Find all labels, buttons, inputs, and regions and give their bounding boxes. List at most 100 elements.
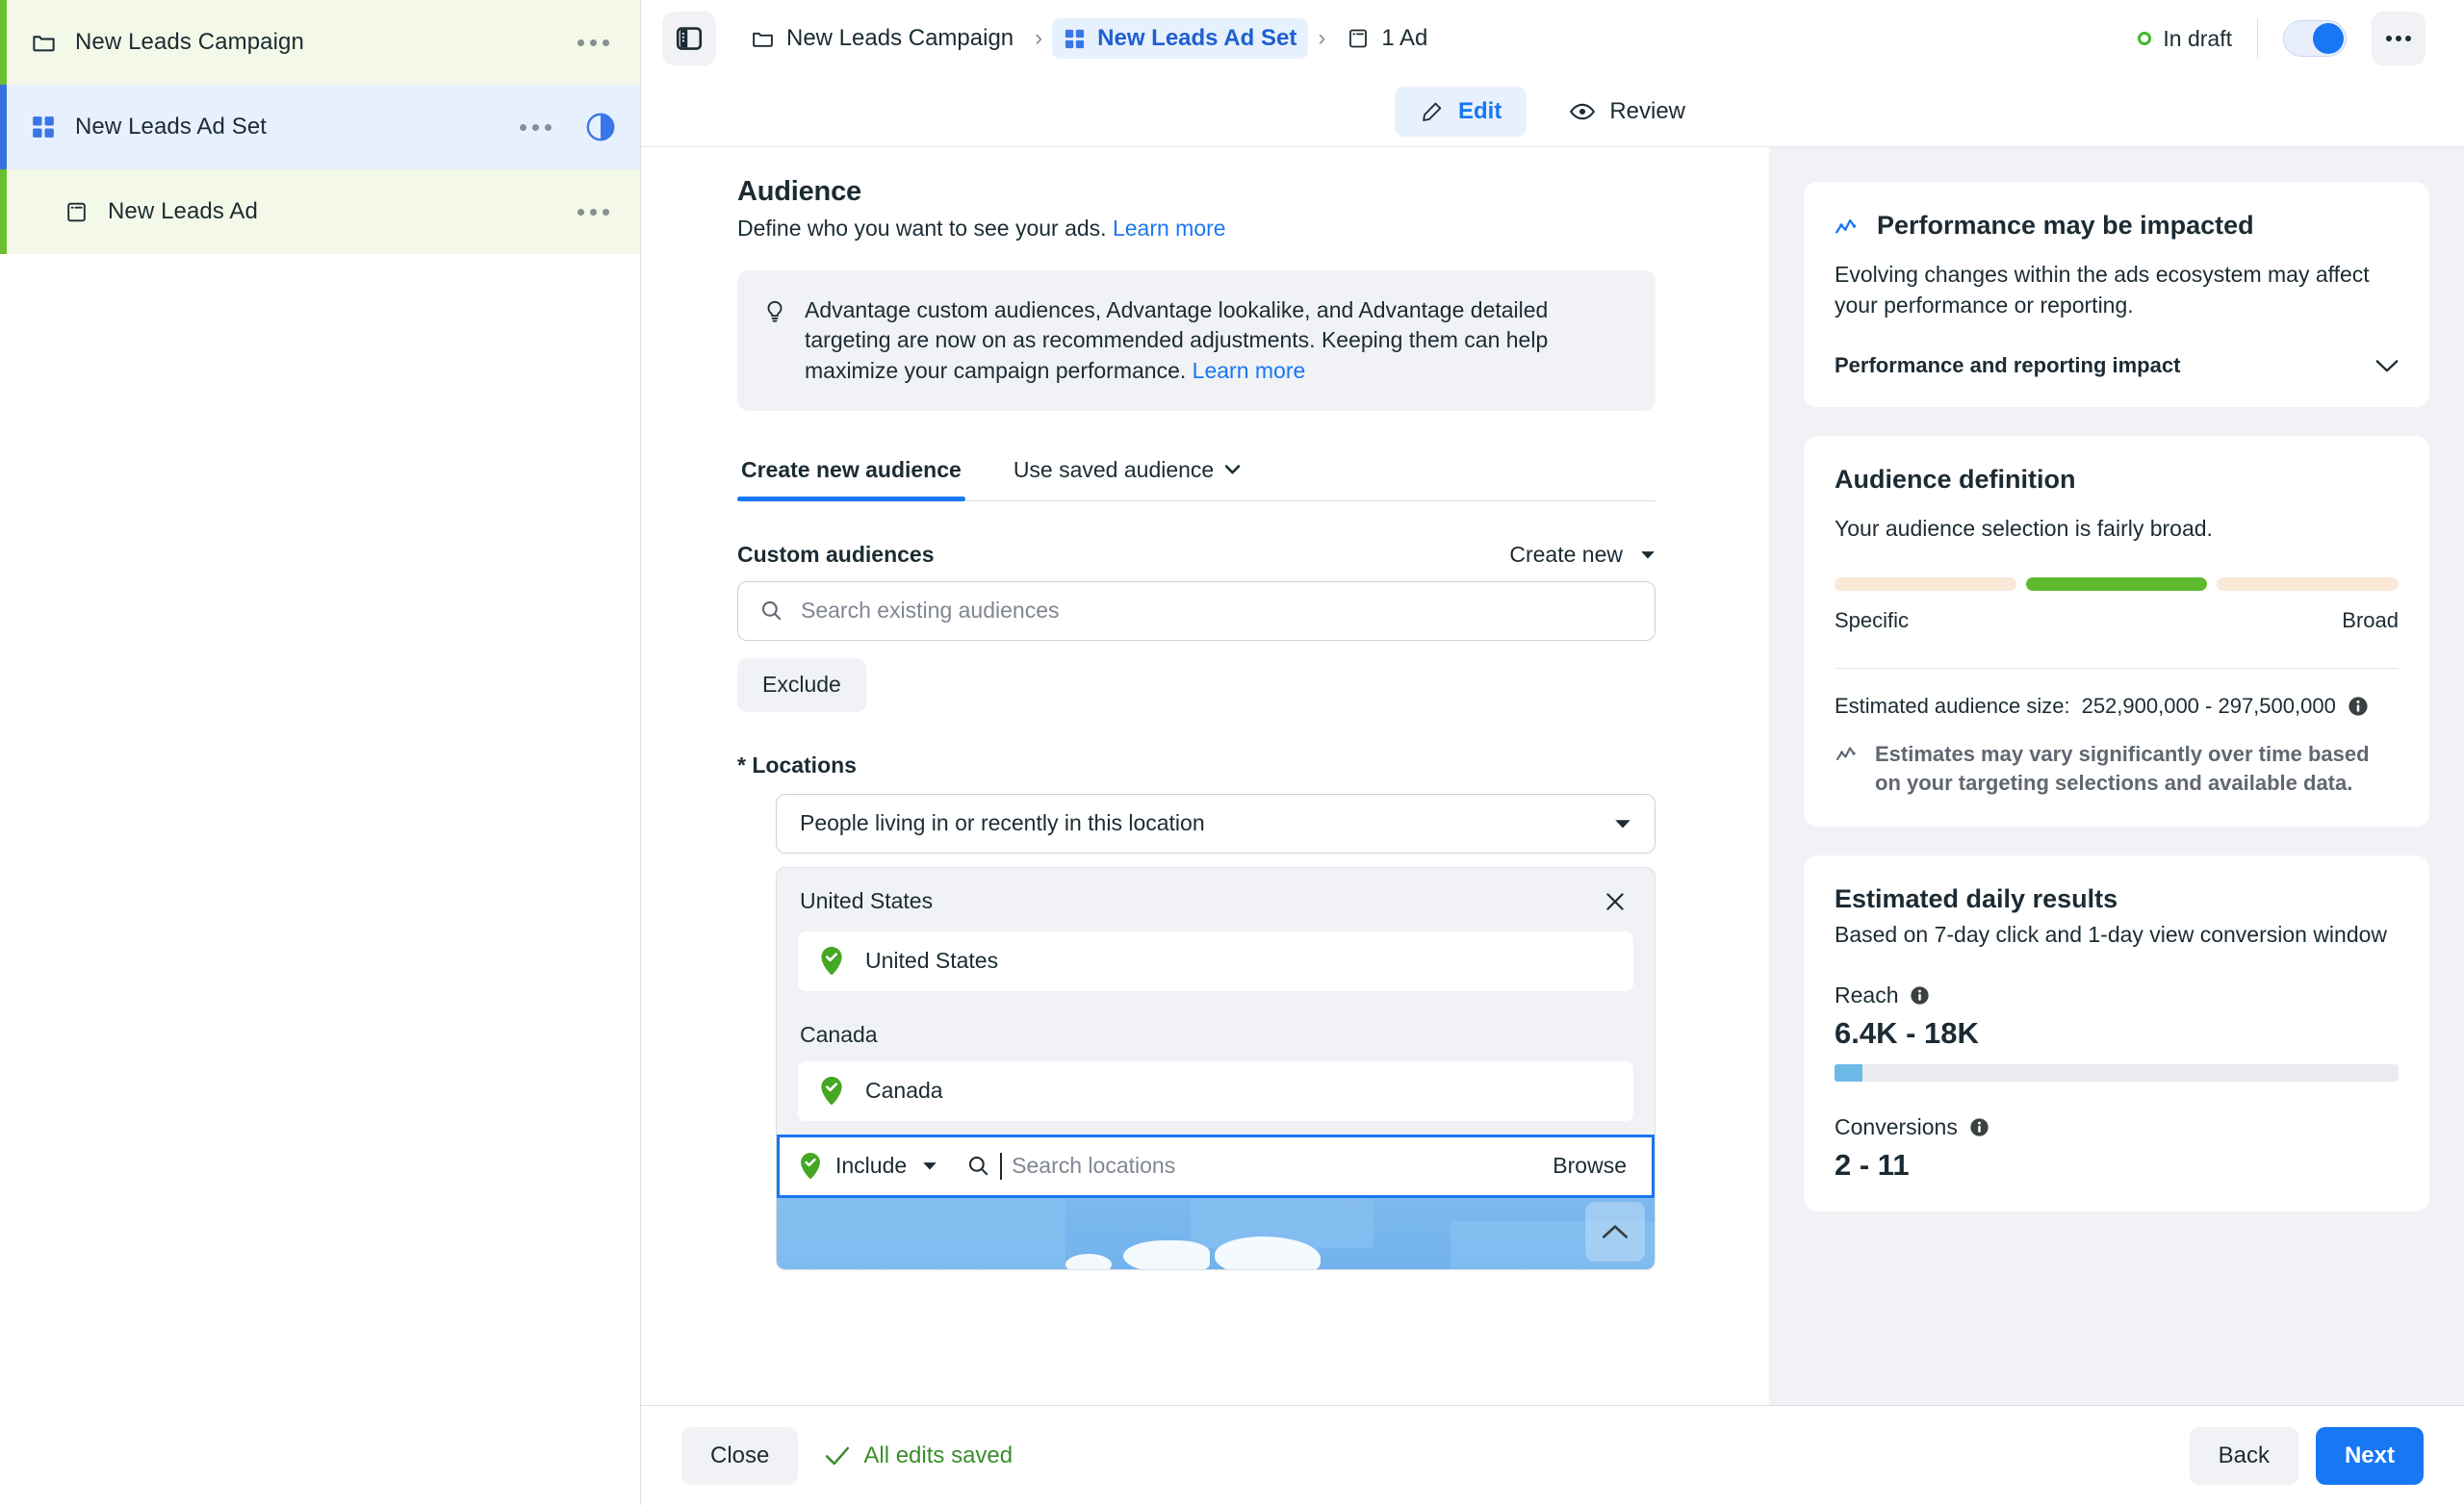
status-strip — [0, 85, 7, 169]
chevron-down-icon — [1640, 549, 1656, 560]
page-title: Audience — [737, 176, 861, 207]
location-search-placeholder: Search locations — [1012, 1153, 1176, 1179]
conversions-label: Conversions — [1835, 1114, 1958, 1140]
meter-label-broad: Broad — [2342, 608, 2399, 633]
location-group-name: Canada — [800, 1021, 878, 1047]
exclude-button[interactable]: Exclude — [737, 657, 866, 712]
performance-impact-card: Performance may be impacted Evolving cha… — [1804, 182, 2429, 408]
advantage-notice-body: Advantage custom audiences, Advantage lo… — [805, 297, 1549, 383]
tab-edit-label: Edit — [1457, 98, 1502, 124]
ad-icon — [62, 197, 90, 226]
info-icon[interactable] — [1910, 985, 1930, 1006]
folder-icon — [29, 28, 58, 57]
green-pin-icon — [819, 1076, 844, 1106]
chevron-up-icon[interactable] — [1585, 1201, 1645, 1262]
location-scope-select[interactable]: People living in or recently in this loc… — [776, 793, 1656, 854]
location-name: Canada — [865, 1078, 943, 1104]
estimate-note-text: Estimates may vary significantly over ti… — [1875, 742, 2370, 795]
next-button[interactable]: Next — [2315, 1426, 2424, 1485]
tab-edit[interactable]: Edit — [1394, 87, 1527, 137]
estimated-audience-size-label: Estimated audience size: — [1835, 694, 2070, 719]
panel-toggle-icon[interactable] — [662, 12, 716, 65]
meter-segment-broad — [2217, 577, 2400, 592]
text-cursor — [1000, 1152, 1003, 1180]
tab-create-new-audience[interactable]: Create new audience — [737, 444, 965, 501]
meter-segment-specific — [1835, 577, 2016, 592]
info-icon[interactable] — [2348, 696, 2369, 717]
status-strip — [0, 0, 7, 85]
estimated-daily-results-title: Estimated daily results — [1835, 883, 2118, 913]
sidebar-item-ad[interactable]: New Leads Ad — [0, 169, 640, 254]
close-button[interactable]: Close — [681, 1426, 799, 1485]
sidebar-ad-more-button[interactable] — [570, 201, 617, 223]
ads-manager-editor: New Leads Campaign New Leads Ad Set New … — [0, 0, 2464, 1505]
divider — [1835, 668, 2399, 670]
sidebar-item-label: New Leads Ad — [108, 198, 258, 224]
save-status: All edits saved — [825, 1442, 1013, 1469]
page-subtitle: Define who you want to see your ads. Lea… — [737, 216, 1656, 242]
custom-audiences-label: Custom audiences — [737, 541, 935, 567]
performance-reporting-impact-toggle[interactable]: Performance and reporting impact — [1835, 353, 2399, 378]
list-item[interactable]: Canada — [798, 1060, 1633, 1121]
location-search-input[interactable]: Search locations — [951, 1152, 1539, 1180]
trend-line-icon — [1835, 215, 1861, 238]
conversions-metric-label: Conversions — [1835, 1114, 2399, 1140]
exclude-label: Exclude — [762, 672, 841, 698]
sidebar-item-campaign[interactable]: New Leads Campaign — [0, 0, 640, 85]
eye-icon — [1569, 98, 1596, 125]
breadcrumb-separator-2: › — [1318, 25, 1326, 51]
tab-use-saved-audience[interactable]: Use saved audience — [1010, 444, 1244, 500]
sidebar-item-adset[interactable]: New Leads Ad Set — [0, 85, 640, 169]
audience-definition-body: Your audience selection is fairly broad. — [1835, 516, 2213, 542]
back-button-label: Back — [2218, 1441, 2270, 1468]
search-icon — [966, 1154, 990, 1178]
reach-label: Reach — [1835, 982, 1899, 1008]
audience-learn-more-link[interactable]: Learn more — [1113, 216, 1226, 241]
chevron-down-icon[interactable] — [922, 1161, 937, 1171]
sidebar-item-label: New Leads Campaign — [75, 29, 304, 55]
breadcrumb-label: New Leads Ad Set — [1097, 25, 1297, 51]
locations-label: * Locations — [737, 752, 857, 778]
save-status-label: All edits saved — [863, 1441, 1014, 1468]
browse-locations-button[interactable]: Browse — [1553, 1153, 1627, 1179]
create-new-audience-button[interactable]: Create new — [1509, 542, 1656, 568]
tab-review-label: Review — [1609, 98, 1686, 124]
publish-toggle[interactable] — [2283, 20, 2347, 57]
search-icon — [759, 599, 783, 623]
contrast-icon[interactable] — [584, 111, 617, 143]
top-bar: New Leads Campaign › New Leads Ad Set › — [641, 0, 2464, 77]
conversions-value: 2 - 11 — [1835, 1148, 1910, 1183]
content-row: Audience Define who you want to see your… — [641, 146, 2464, 1505]
sidebar-adset-more-button[interactable] — [512, 116, 559, 139]
edit-review-tabs: Edit Review — [641, 77, 2464, 146]
pencil-icon — [1420, 99, 1445, 124]
performance-impact-title: Performance may be impacted — [1877, 211, 2254, 240]
reach-value: 6.4K - 18K — [1835, 1016, 1979, 1051]
reach-bar-fill — [1835, 1064, 1863, 1083]
location-name: United States — [865, 948, 999, 974]
audience-source-tabs: Create new audience Use saved audience — [737, 444, 1656, 501]
status-badge: In draft — [2138, 26, 2232, 52]
performance-reporting-impact-label: Performance and reporting impact — [1835, 353, 2181, 378]
tab-review[interactable]: Review — [1544, 87, 1710, 137]
estimate-note: Estimates may vary significantly over ti… — [1835, 740, 2399, 797]
reach-bar — [1835, 1064, 2399, 1083]
audience-definition-title: Audience definition — [1835, 465, 2076, 495]
location-search-bar[interactable]: Include Search locations Browse — [777, 1134, 1655, 1198]
list-item[interactable]: United States — [798, 931, 1633, 991]
advantage-learn-more-link[interactable]: Learn more — [1193, 358, 1306, 383]
footer-bar: Close All edits saved Back Next — [641, 1405, 2464, 1505]
more-options-icon[interactable] — [2372, 12, 2426, 65]
search-existing-audiences-input[interactable]: Search existing audiences — [737, 580, 1656, 641]
info-icon[interactable] — [1969, 1117, 1989, 1137]
breadcrumb-campaign[interactable]: New Leads Campaign — [739, 18, 1025, 59]
sidebar-campaign-more-button[interactable] — [570, 32, 617, 54]
locations-map[interactable] — [777, 1197, 1655, 1269]
location-group-header-2: Canada — [777, 1004, 1655, 1061]
breadcrumb-adset[interactable]: New Leads Ad Set — [1052, 18, 1309, 59]
back-button[interactable]: Back — [2189, 1426, 2298, 1485]
grid-icon — [1064, 28, 1086, 50]
estimated-audience-size-value: 252,900,000 - 297,500,000 — [2081, 694, 2336, 719]
breadcrumb-ads[interactable]: 1 Ad — [1335, 18, 1439, 59]
close-icon[interactable] — [1599, 885, 1631, 918]
